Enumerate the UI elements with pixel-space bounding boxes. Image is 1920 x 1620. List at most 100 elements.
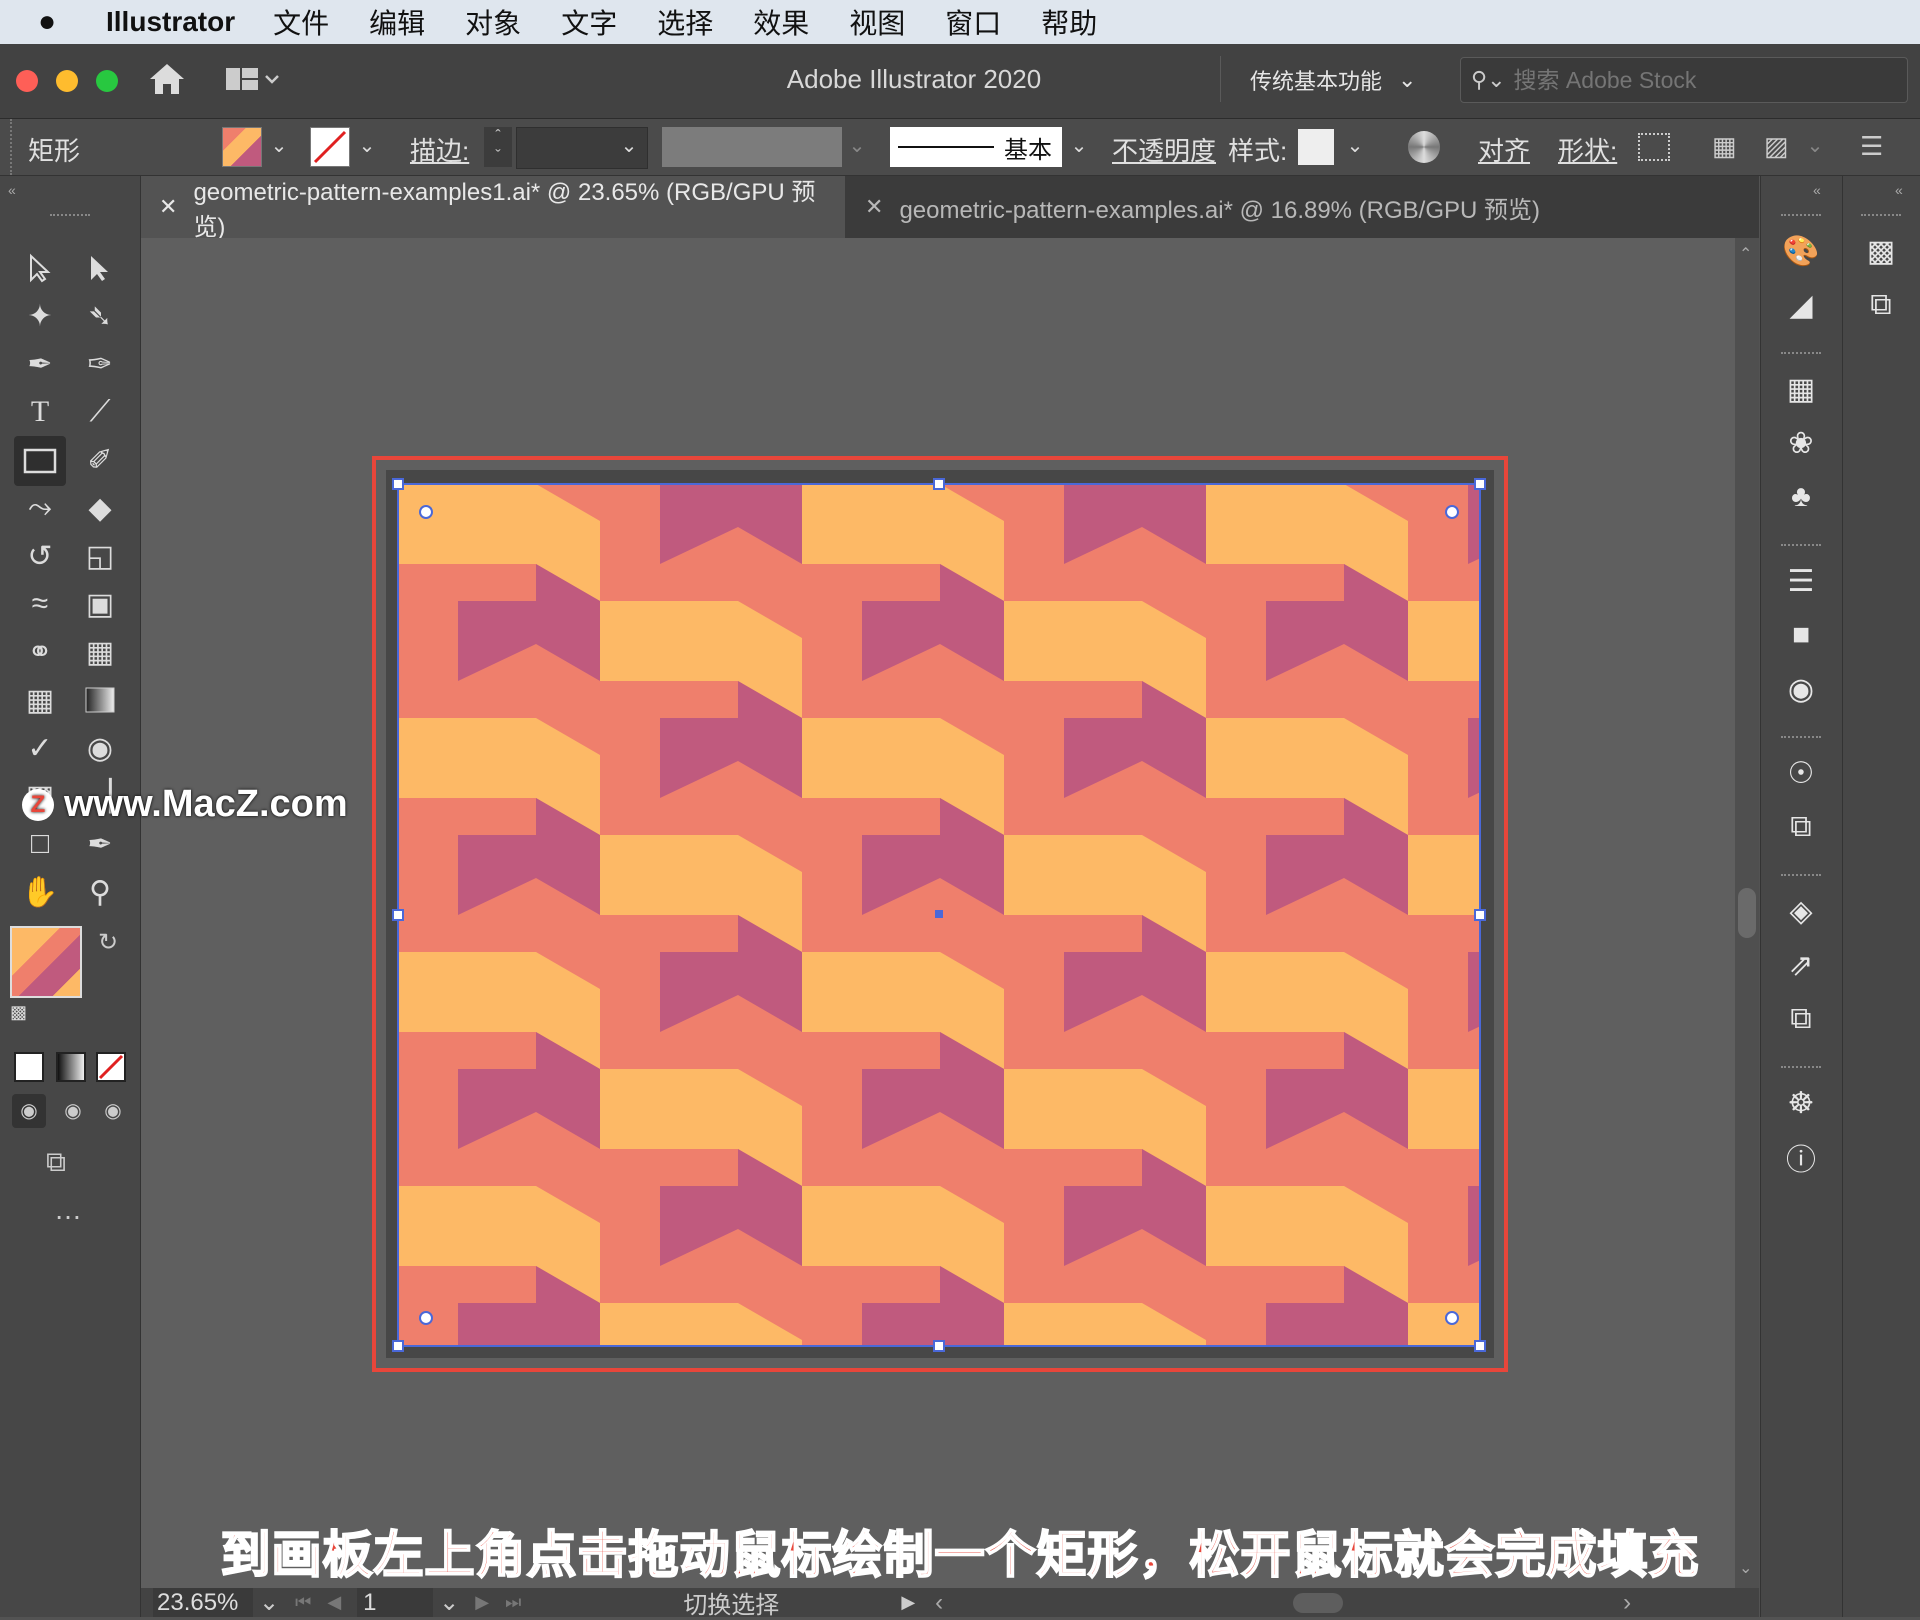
color-mode-button[interactable] (14, 1052, 44, 1082)
shaper-tool-icon[interactable]: ⤳ (18, 486, 62, 530)
brush-definition[interactable]: 基本 (890, 127, 1062, 167)
status-toggle-label[interactable]: 切换选择 (581, 1585, 881, 1620)
first-artboard-icon[interactable]: ⏮ (295, 1592, 311, 1613)
selection-tool-icon[interactable] (18, 246, 62, 290)
zoom-chevron-icon[interactable]: ⌄ (259, 1588, 279, 1617)
last-artboard-icon[interactable]: ⏭ (505, 1592, 521, 1613)
panel-grip[interactable] (50, 214, 90, 220)
stroke-label[interactable]: 描边: (410, 131, 469, 168)
menu-select[interactable]: 选择 (657, 2, 713, 42)
menu-help[interactable]: 帮助 (1041, 2, 1097, 42)
more-tools-icon[interactable]: … (54, 1194, 83, 1226)
eraser-tool-icon[interactable]: ◆ (78, 486, 122, 530)
scroll-left-icon[interactable]: ‹ (935, 1589, 943, 1617)
brushes-icon[interactable]: ❀ (1773, 420, 1829, 466)
type-tool-icon[interactable]: T (18, 390, 62, 434)
fill-dropdown-chevron-icon[interactable]: ⌄ (264, 127, 294, 165)
profile-chevron-icon[interactable]: ⌄ (842, 127, 872, 165)
export-icon[interactable]: ⇗ (1773, 942, 1829, 988)
shape-properties-icon[interactable] (1638, 133, 1670, 161)
collapse-dock-icon[interactable]: « (1895, 182, 1903, 198)
horizontal-scroll-thumb[interactable] (1293, 1592, 1344, 1613)
width-tool-icon[interactable]: ≈ (18, 582, 62, 626)
layers-icon[interactable]: ◈ (1773, 888, 1829, 934)
draw-behind-icon[interactable]: ◉ (56, 1094, 90, 1128)
stroke-weight-chevron-icon[interactable]: ⌄ (614, 127, 644, 165)
artboard-number[interactable]: 1 (357, 1588, 434, 1617)
artboards-icon[interactable]: ⧉ (1773, 996, 1829, 1042)
color-panel-icon[interactable]: ◢ (1773, 282, 1829, 328)
paintbrush-tool-icon[interactable]: ✐ (78, 438, 122, 482)
direct-selection-tool-icon[interactable] (78, 246, 122, 290)
app-menu[interactable]: Illustrator (106, 6, 235, 38)
artboard-chevron-icon[interactable]: ⌄ (439, 1588, 459, 1617)
menu-object[interactable]: 对象 (465, 2, 521, 42)
symbols-icon[interactable]: ♣ (1773, 474, 1829, 520)
vertical-scrollbar[interactable]: ⌃ ⌄ (1735, 238, 1759, 1588)
scale-tool-icon[interactable]: ◱ (78, 534, 122, 578)
align-label[interactable]: 对齐 (1478, 131, 1530, 168)
slice-tool-icon[interactable]: ✒ (78, 822, 122, 866)
lasso-tool-icon[interactable]: ➴ (78, 294, 122, 338)
menu-window[interactable]: 窗口 (945, 2, 1001, 42)
info-icon[interactable]: ⓘ (1773, 1134, 1829, 1180)
zoom-level[interactable]: 23.65% (153, 1588, 253, 1617)
artboard-tool-icon[interactable]: □ (18, 822, 62, 866)
line-tool-icon[interactable]: ⟋ (78, 390, 122, 434)
previous-artboard-icon[interactable]: ◀ (327, 1592, 341, 1613)
scroll-right-icon[interactable]: › (1623, 1589, 1631, 1617)
eyedropper-tool-icon[interactable]: ✓ (18, 726, 62, 770)
hand-tool-icon[interactable]: ✋ (18, 870, 62, 914)
variable-width-profile[interactable] (662, 127, 842, 167)
stroke-panel-icon[interactable]: ☰ (1773, 558, 1829, 604)
fill-swatch[interactable] (222, 127, 262, 167)
scroll-thumb[interactable] (1738, 888, 1756, 938)
tab-document-2[interactable]: ✕ geometric-pattern-examples.ai* @ 16.89… (847, 176, 1667, 238)
collapse-panel-icon[interactable]: « (8, 182, 16, 198)
scroll-up-icon[interactable]: ⌃ (1739, 244, 1752, 264)
pen-tool-icon[interactable]: ✒ (18, 342, 62, 386)
gradient-mode-button[interactable] (56, 1052, 86, 1082)
recolor-artwork-icon[interactable] (1408, 131, 1440, 163)
isolate-icon[interactable]: ▨ (1764, 131, 1789, 162)
stroke-dropdown-chevron-icon[interactable]: ⌄ (352, 127, 382, 165)
fill-color-swatch[interactable] (10, 926, 82, 998)
brush-chevron-icon[interactable]: ⌄ (1064, 127, 1094, 165)
transparency-icon[interactable]: ◉ (1773, 666, 1829, 712)
status-menu-icon[interactable]: ▶ (901, 1592, 915, 1613)
shape-label[interactable]: 形状: (1558, 131, 1617, 168)
default-colors-icon[interactable]: ▩ (10, 1002, 27, 1023)
panel-grip[interactable] (1781, 214, 1821, 220)
workspace-switcher[interactable]: 传统基本功能 ⌄ (1222, 62, 1416, 98)
gradient-panel-icon[interactable]: ■ (1773, 612, 1829, 658)
swatches-icon[interactable]: ▦ (1773, 366, 1829, 412)
stroke-weight-stepper[interactable]: ˆˇ (484, 127, 512, 167)
tab-document-1[interactable]: ✕ geometric-pattern-examples1.ai* @ 23.6… (141, 176, 845, 241)
draw-inside-icon[interactable]: ◉ (96, 1094, 130, 1128)
blend-tool-icon[interactable]: ◉ (78, 726, 122, 770)
opacity-label[interactable]: 不透明度 (1112, 131, 1216, 168)
stock-search-input[interactable] (1511, 65, 1876, 95)
draw-normal-icon[interactable]: ◉ (12, 1094, 46, 1128)
asset-export-icon[interactable]: ⧉ (1853, 282, 1909, 328)
menu-type[interactable]: 文字 (561, 2, 617, 42)
isolate-chevron-icon[interactable]: ⌄ (1800, 127, 1830, 165)
close-tab-icon[interactable]: ✕ (865, 194, 883, 220)
perspective-grid-tool-icon[interactable]: ▦ (78, 630, 122, 674)
panel-grip[interactable] (1781, 736, 1821, 742)
collapse-dock-icon[interactable]: « (1813, 182, 1821, 198)
screen-mode-icon[interactable]: ⧉ (46, 1146, 66, 1179)
panel-grip[interactable] (1781, 1066, 1821, 1072)
graphic-styles-icon[interactable]: ⧉ (1773, 804, 1829, 850)
graphic-style-swatch[interactable] (1298, 129, 1334, 165)
swap-colors-icon[interactable]: ↻ (98, 928, 118, 957)
close-tab-icon[interactable]: ✕ (159, 194, 177, 220)
magic-wand-tool-icon[interactable]: ✦ (18, 294, 62, 338)
stroke-none-swatch[interactable] (310, 127, 350, 167)
artboard-with-pattern[interactable] (372, 456, 1508, 1372)
menu-view[interactable]: 视图 (849, 2, 905, 42)
next-artboard-icon[interactable]: ▶ (475, 1592, 489, 1613)
libraries-icon[interactable]: ▩ (1853, 228, 1909, 274)
color-guide-icon[interactable]: 🎨 (1773, 228, 1829, 274)
panel-grip[interactable] (1781, 352, 1821, 358)
